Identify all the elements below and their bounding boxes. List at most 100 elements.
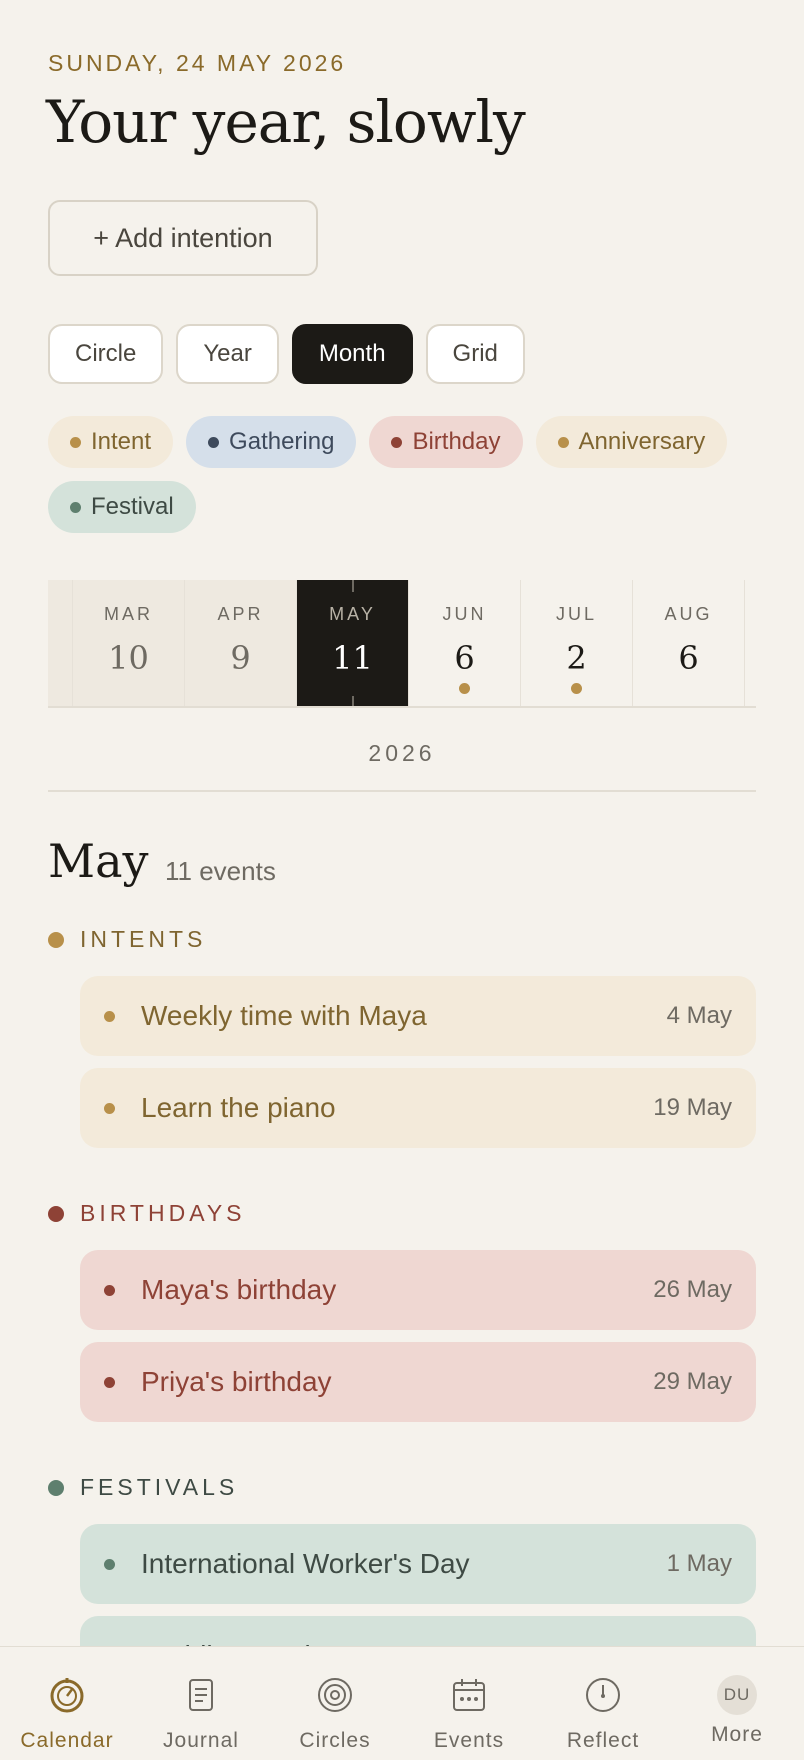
filter-chips: Intent Gathering Birthday Anniversary Festiv…	[48, 416, 748, 533]
chip-dot	[208, 436, 220, 448]
section-title: INTENTS	[80, 926, 207, 952]
filter-chip-festival[interactable]: Festival	[48, 481, 196, 533]
chip-dot	[70, 436, 81, 448]
today-tick-bottom	[352, 696, 354, 706]
section-heading-intent: INTENTS	[48, 926, 206, 953]
event-item[interactable]: Weekly time with Maya 4 May	[80, 976, 756, 1056]
month-event-count: 11	[332, 639, 373, 677]
event-count: 11 events	[165, 856, 276, 886]
filter-chip-birthday[interactable]: Birthday	[369, 416, 523, 468]
nav-label: Journal	[163, 1729, 239, 1752]
filter-chip-anniversary[interactable]: Anniversary	[535, 416, 728, 468]
tab-grid[interactable]: Grid	[425, 324, 525, 384]
event-dot	[104, 1102, 115, 1114]
calendar-circle-icon	[47, 1675, 87, 1721]
event-name: Priya's birthday	[141, 1366, 332, 1397]
nav-journal[interactable]: Journal	[134, 1647, 268, 1760]
tab-circle[interactable]: Circle	[48, 324, 164, 384]
chip-label: Gathering	[229, 428, 335, 455]
event-name: International Worker's Day	[141, 1548, 470, 1579]
month-cell-mar[interactable]: MAR 10	[73, 580, 185, 706]
event-name: Weekly time with Maya	[141, 1000, 427, 1031]
section-heading-birthday: BIRTHDAYS	[48, 1200, 246, 1227]
nav-calendar[interactable]: Calendar	[0, 1647, 134, 1760]
chip-dot	[557, 436, 569, 448]
event-dot	[104, 1284, 115, 1296]
divider	[48, 790, 756, 792]
event-dot	[104, 1376, 115, 1388]
month-heading: May	[48, 834, 149, 888]
nav-label: More	[711, 1723, 763, 1746]
event-item[interactable]: Priya's birthday 29 May	[80, 1342, 756, 1422]
add-intention-button[interactable]: + Add intention	[48, 200, 318, 276]
bottom-nav: Calendar Journal Circles Events Reflect DU Mor…	[0, 1646, 804, 1760]
page-title: Your year, slowly	[46, 88, 526, 156]
event-dot	[104, 1010, 115, 1022]
tab-month[interactable]: Month	[291, 324, 413, 384]
page: SUNDAY, 24 MAY 2026 Your year, slowly + …	[0, 0, 804, 1760]
current-date: SUNDAY, 24 MAY 2026	[48, 50, 347, 76]
avatar: DU	[717, 1675, 757, 1715]
month-cell-jul[interactable]: JUL 2	[521, 580, 633, 706]
event-date: 19 May	[653, 1094, 732, 1121]
month-event-count: 9	[230, 639, 251, 677]
chip-label: Intent	[91, 428, 152, 455]
month-indicator-dot	[459, 683, 470, 694]
event-name: Learn the piano	[141, 1092, 336, 1123]
event-date: 4 May	[666, 1002, 732, 1029]
section-dot	[48, 931, 64, 948]
chip-dot	[70, 501, 81, 513]
month-name: JUN	[442, 604, 487, 624]
event-item[interactable]: Learn the piano 19 May	[80, 1068, 756, 1148]
nav-label: Reflect	[566, 1729, 640, 1752]
chip-label: Birthday	[412, 428, 501, 455]
event-date: 26 May	[653, 1276, 732, 1303]
section-dot	[48, 1205, 64, 1222]
event-item[interactable]: International Worker's Day 1 May	[80, 1524, 756, 1604]
event-name: Maya's birthday	[141, 1274, 337, 1305]
chip-label: Anniversary	[578, 428, 706, 455]
nav-circles[interactable]: Circles	[268, 1647, 402, 1760]
today-tick-top	[352, 580, 354, 592]
month-event-count: 6	[454, 639, 475, 677]
filter-chip-gathering[interactable]: Gathering	[186, 416, 357, 468]
event-date: 29 May	[653, 1368, 732, 1395]
nav-label: Calendar	[20, 1729, 114, 1752]
filter-chip-intent[interactable]: Intent	[48, 416, 174, 468]
year-label: 2026	[368, 740, 436, 766]
month-event-count: 6	[678, 639, 699, 677]
section-title: FESTIVALS	[80, 1474, 239, 1500]
circles-icon	[315, 1675, 355, 1721]
event-dot	[104, 1558, 115, 1570]
journal-icon	[181, 1675, 221, 1721]
month-indicator-dot	[571, 683, 582, 694]
events-icon	[449, 1675, 489, 1721]
month-cell-jun[interactable]: JUN 6	[409, 580, 521, 706]
month-name: APR	[217, 604, 264, 624]
month-name: AUG	[664, 604, 713, 624]
view-tabs: Circle Year Month Grid	[48, 324, 525, 384]
section-heading-festival: FESTIVALS	[48, 1474, 238, 1501]
nav-more[interactable]: DU More	[670, 1647, 804, 1760]
nav-reflect[interactable]: Reflect	[536, 1647, 670, 1760]
section-title: BIRTHDAYS	[80, 1200, 246, 1226]
reflect-icon	[583, 1675, 623, 1721]
section-dot	[48, 1479, 64, 1496]
month-name: MAY	[329, 604, 376, 624]
chip-dot	[391, 436, 403, 448]
month-cell-may[interactable]: MAY 11	[297, 580, 409, 706]
chip-label: Festival	[91, 493, 174, 520]
month-cell-apr[interactable]: APR 9	[185, 580, 297, 706]
month-name: MAR	[104, 604, 153, 624]
nav-label: Circles	[299, 1729, 371, 1752]
event-date: 1 May	[666, 1550, 732, 1577]
nav-label: Events	[433, 1729, 505, 1752]
month-cell-aug[interactable]: AUG 6	[633, 580, 745, 706]
tab-year[interactable]: Year	[176, 324, 279, 384]
event-item[interactable]: Maya's birthday 26 May	[80, 1250, 756, 1330]
strip-edge	[48, 580, 73, 706]
month-event-count: 2	[566, 639, 587, 677]
nav-events[interactable]: Events	[402, 1647, 536, 1760]
month-name: JUL	[555, 604, 597, 624]
month-strip[interactable]: MAR 10 APR 9 MAY 11 JUN 6 JUL 2 AUG 6	[48, 580, 756, 708]
